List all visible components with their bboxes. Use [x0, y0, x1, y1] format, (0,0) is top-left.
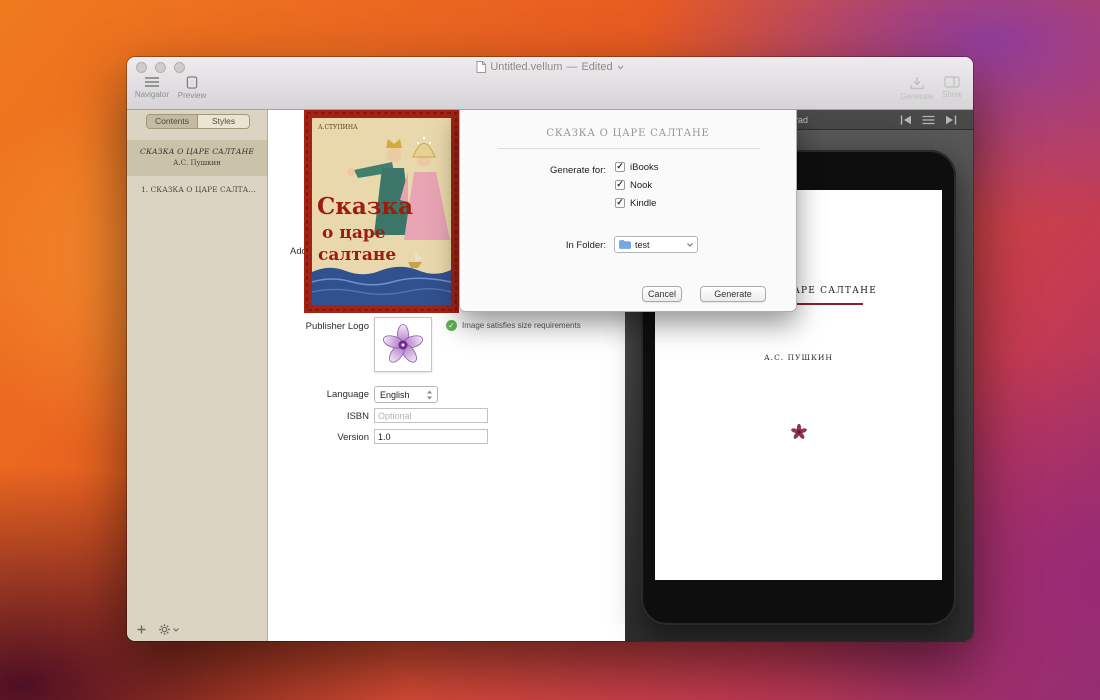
window-title-separator: —	[566, 61, 577, 73]
language-label: Language	[277, 389, 369, 400]
sidebar-book-title: СКАЗКА О ЦАРЕ САЛТАНЕ	[127, 147, 267, 156]
show-label: Show	[942, 90, 962, 99]
preview-transport-controls	[900, 115, 957, 125]
orchid-logo-image	[381, 322, 425, 368]
page-list-icon[interactable]	[922, 115, 935, 125]
popup-stepper-icon	[426, 390, 433, 400]
output-folder-popup[interactable]: test	[614, 236, 698, 253]
gear-icon	[159, 624, 170, 635]
sidebar-bottom-bar	[137, 624, 179, 635]
contents-sidebar: Contents Styles СКАЗКА О ЦАРЕ САЛТАНЕ А.…	[127, 110, 268, 641]
folder-value: test	[635, 240, 683, 250]
dialog-book-title: СКАЗКА О ЦАРЕ САЛТАНЕ	[460, 128, 796, 139]
sidebar-book-item[interactable]: СКАЗКА О ЦАРЕ САЛТАНЕ А.С. Пушкин	[127, 140, 267, 176]
sidebar-chapter-item[interactable]: 1. СКАЗКА О ЦАРЕ САЛТА…	[127, 182, 267, 197]
show-panel-icon	[944, 76, 960, 88]
add-chapter-icon[interactable]	[137, 625, 146, 634]
platform-row-ibooks: ✓ iBooks	[615, 161, 659, 173]
kindle-checkbox[interactable]: ✓	[615, 198, 625, 208]
generate-dialog: СКАЗКА О ЦАРЕ САЛТАНЕ Generate for: ✓ iB…	[459, 110, 797, 312]
sidebar-book-author: А.С. Пушкин	[127, 159, 267, 167]
language-value: English	[380, 390, 426, 400]
popup-chevron-icon	[687, 243, 693, 247]
go-last-page-icon[interactable]	[945, 115, 957, 125]
publisher-logo-mark-icon	[791, 424, 807, 440]
version-input[interactable]	[374, 429, 488, 444]
isbn-input[interactable]	[374, 408, 488, 423]
sidebar-action-menu[interactable]	[159, 624, 179, 635]
ibooks-label: iBooks	[630, 162, 659, 173]
desktop-wallpaper: Untitled.vellum — Edited Navigator Previ…	[0, 0, 1100, 700]
preview-label: Preview	[178, 91, 206, 100]
cover-title-line2: о царе	[322, 223, 386, 243]
toolbar-preview-button[interactable]: Preview	[172, 76, 212, 100]
generate-for-label: Generate for:	[478, 165, 606, 176]
folder-icon	[619, 240, 631, 249]
cancel-button[interactable]: Cancel	[642, 286, 682, 302]
platform-row-nook: ✓ Nook	[615, 179, 652, 191]
chevron-down-icon	[173, 628, 179, 632]
image-ok-check-icon: ✓	[446, 320, 457, 331]
window-chrome: Untitled.vellum — Edited Navigator Previ…	[127, 57, 973, 110]
in-folder-label: In Folder:	[478, 240, 606, 251]
kindle-label: Kindle	[630, 198, 656, 209]
dialog-title-divider	[498, 148, 760, 149]
language-popup[interactable]: English	[374, 386, 438, 403]
window-title-text: Untitled.vellum	[490, 61, 562, 73]
book-cover-well[interactable]: А.СТУПИНА Сказка о царе салтане	[304, 110, 459, 312]
version-label: Version	[277, 432, 369, 443]
publisher-logo-well[interactable]	[374, 317, 432, 372]
document-proxy-icon	[476, 61, 486, 73]
toolbar-navigator-button[interactable]: Navigator	[131, 76, 173, 99]
toolbar-show-button: Show	[932, 76, 972, 99]
generate-button[interactable]: Generate	[700, 286, 766, 302]
navigator-icon	[144, 76, 160, 88]
book-cover-image: А.СТУПИНА Сказка о царе салтане	[304, 110, 459, 313]
window-edited-label[interactable]: Edited	[581, 61, 612, 73]
title-menu-chevron-icon[interactable]	[617, 65, 624, 70]
isbn-label: ISBN	[277, 411, 369, 422]
generate-label: Generate	[900, 92, 933, 101]
generate-export-icon	[909, 76, 925, 90]
navigator-label: Navigator	[135, 90, 169, 99]
go-first-page-icon[interactable]	[900, 115, 912, 125]
cover-artist-text: А.СТУПИНА	[318, 124, 358, 131]
cover-title-line1: Сказка	[317, 193, 413, 220]
preview-icon	[186, 76, 198, 89]
preview-page-author: А.С. ПУШКИН	[655, 353, 942, 362]
cover-title-line3: салтане	[318, 245, 396, 265]
publisher-logo-label: Publisher Logo	[277, 321, 369, 332]
platform-row-kindle: ✓ Kindle	[615, 197, 656, 209]
vellum-window: Untitled.vellum — Edited Navigator Previ…	[127, 57, 973, 641]
ibooks-checkbox[interactable]: ✓	[615, 162, 625, 172]
sidebar-tab-switcher: Contents Styles	[146, 114, 250, 129]
tab-styles[interactable]: Styles	[198, 115, 249, 128]
nook-label: Nook	[630, 180, 652, 191]
image-status-text: Image satisfies size requirements	[462, 321, 581, 330]
tab-contents[interactable]: Contents	[147, 115, 198, 128]
window-title: Untitled.vellum — Edited	[127, 60, 973, 74]
nook-checkbox[interactable]: ✓	[615, 180, 625, 190]
